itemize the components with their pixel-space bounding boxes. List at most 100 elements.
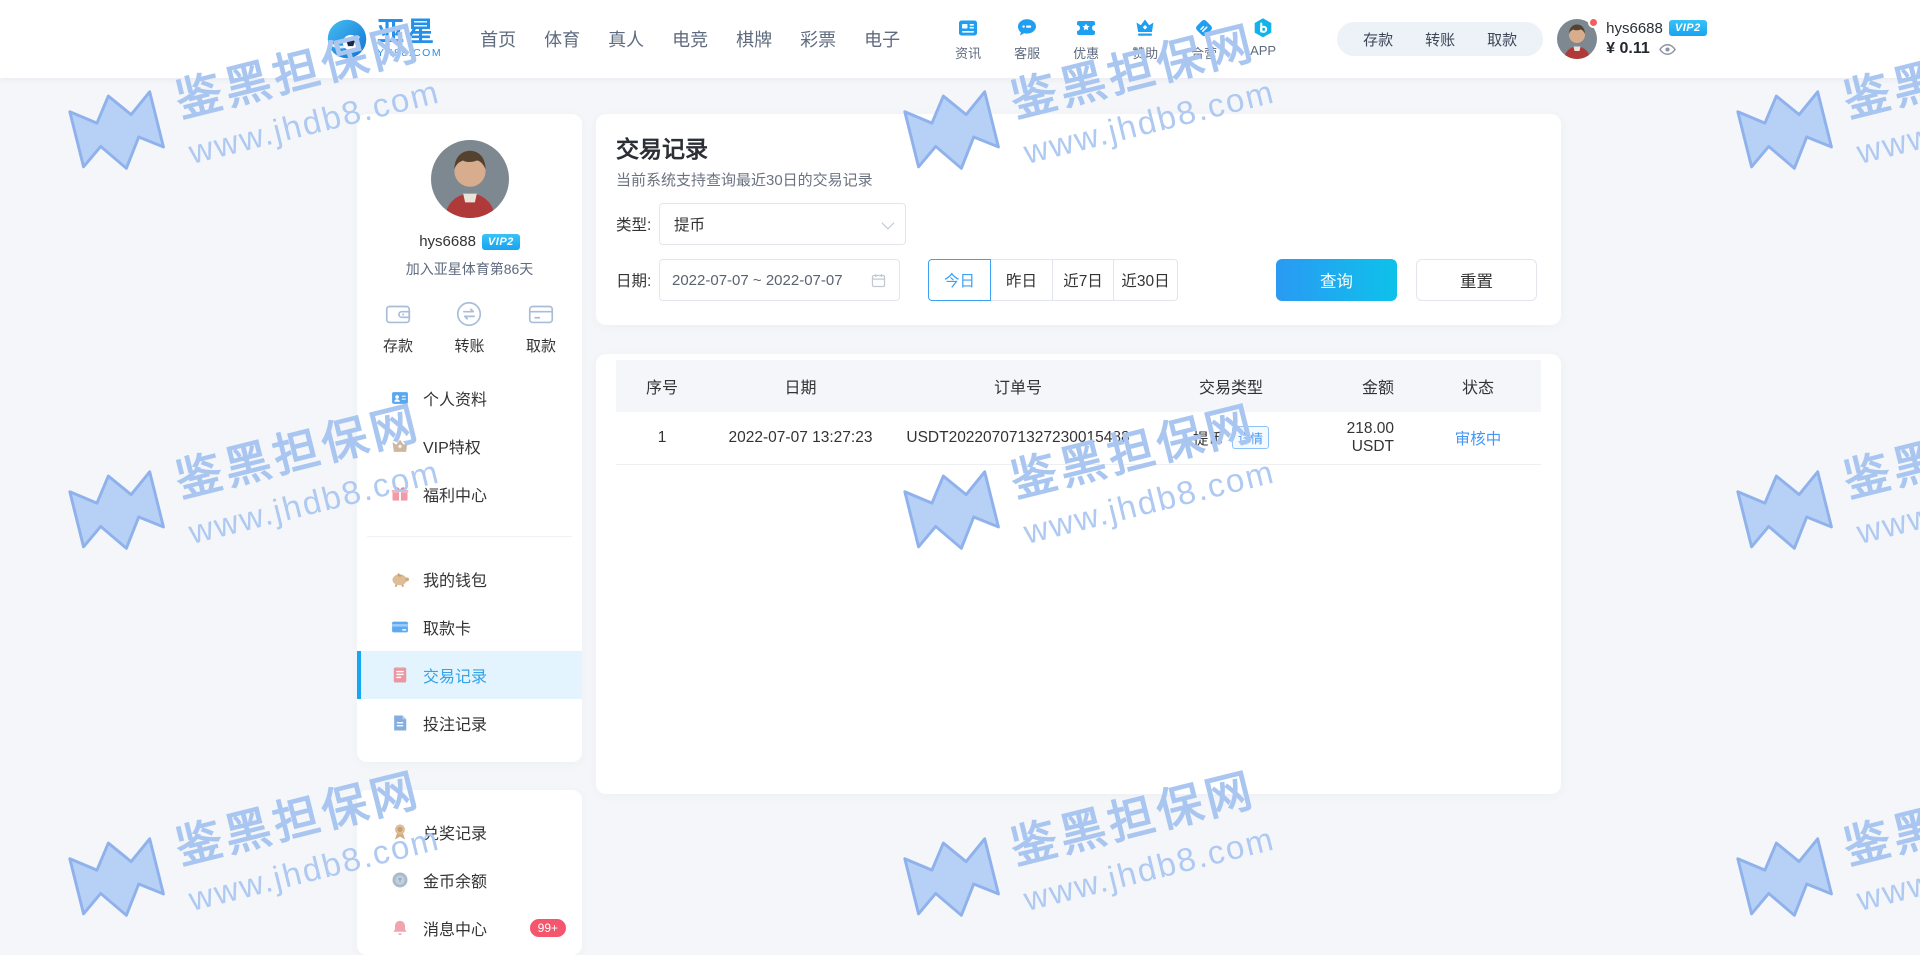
sidebar-item-transaction-records[interactable]: 交易记录 xyxy=(357,651,582,699)
id-card-icon xyxy=(390,388,410,408)
sidebar-profile-card: hys6688 VIP2 加入亚星体育第86天 存款 转账 取款 xyxy=(357,114,582,762)
quick-range-group: 今日 昨日 近7日 近30日 xyxy=(928,259,1178,301)
vip-crown-icon xyxy=(390,436,410,456)
col-status: 状态 xyxy=(1439,360,1541,412)
eye-icon[interactable] xyxy=(1658,40,1677,59)
range-today-button[interactable]: 今日 xyxy=(928,259,991,301)
partner-icon xyxy=(1192,16,1216,40)
jhdb8-logo-icon xyxy=(59,826,176,939)
withdraw-button[interactable]: 取款 xyxy=(1471,29,1533,50)
sidebar-item-bet-records[interactable]: 投注记录 xyxy=(357,699,582,747)
transfer-button[interactable]: 转账 xyxy=(1409,29,1471,50)
bank-card-icon xyxy=(526,299,556,329)
range-7days-button[interactable]: 近7日 xyxy=(1052,259,1114,301)
query-button[interactable]: 查询 xyxy=(1276,259,1397,301)
type-select[interactable]: 提币 xyxy=(659,203,906,245)
jhdb8-logo-icon xyxy=(59,79,176,192)
filter-card: 交易记录 当前系统支持查询最近30日的交易记录 类型: 提币 日期: 2022-… xyxy=(596,114,1561,325)
date-label: 日期: xyxy=(616,269,659,291)
header-item-support[interactable]: 客服 xyxy=(1005,16,1049,62)
sidebar-item-wallet[interactable]: 我的钱包 xyxy=(357,555,582,603)
main-nav: 首页 体育 真人 电竞 棋牌 彩票 电子 xyxy=(480,26,900,52)
nav-item-live[interactable]: 真人 xyxy=(608,26,644,52)
nav-item-sports[interactable]: 体育 xyxy=(544,26,580,52)
header-user[interactable]: hys6688 VIP2 ¥ 0.11 xyxy=(1557,19,1707,59)
header-item-promotions[interactable]: 优惠 xyxy=(1064,16,1108,62)
sidebar-withdraw-button[interactable]: 取款 xyxy=(526,299,556,356)
joined-days: 加入亚星体育第86天 xyxy=(357,259,582,277)
nav-item-chess[interactable]: 棋牌 xyxy=(736,26,772,52)
type-label: 类型: xyxy=(616,213,659,235)
cell-order-no: USDT202207071327230015488 xyxy=(893,412,1143,464)
chevron-down-icon xyxy=(882,216,895,229)
range-30days-button[interactable]: 近30日 xyxy=(1113,259,1178,301)
header-item-sponsor[interactable]: 赞助 xyxy=(1123,16,1167,62)
jhdb8-logo-icon xyxy=(1727,459,1844,572)
crown-icon xyxy=(1133,16,1157,40)
sidebar-item-profile[interactable]: 个人资料 xyxy=(357,374,582,422)
nav-item-lottery[interactable]: 彩票 xyxy=(800,26,836,52)
news-icon xyxy=(956,16,980,40)
sidebar-deposit-button[interactable]: 存款 xyxy=(383,299,413,356)
sidebar-secondary-card: 兑奖记录 金币余额 消息中心 99+ xyxy=(357,790,582,955)
col-date: 日期 xyxy=(708,360,893,412)
piggy-bank-icon xyxy=(390,569,410,589)
username: hys6688 xyxy=(1606,20,1663,37)
customer-service-icon xyxy=(1015,16,1039,40)
sidebar-item-vip[interactable]: VIP特权 xyxy=(357,422,582,470)
header-item-app[interactable]: APP xyxy=(1241,16,1285,62)
status-reviewing: 审核中 xyxy=(1455,431,1502,448)
cell-seq: 1 xyxy=(616,412,708,464)
sidebar-transfer-button[interactable]: 转账 xyxy=(454,299,484,356)
jhdb8-logo-icon xyxy=(59,459,176,572)
sidebar-item-withdraw-card[interactable]: 取款卡 xyxy=(357,603,582,651)
range-yesterday-button[interactable]: 昨日 xyxy=(990,259,1053,301)
wallet-icon xyxy=(383,299,413,329)
sidebar-item-benefits[interactable]: 福利中心 xyxy=(357,470,582,518)
logo-brand: 亚星 xyxy=(377,19,442,46)
bet-doc-icon xyxy=(390,713,410,733)
cell-type: 提币详情 xyxy=(1143,412,1319,464)
deposit-button[interactable]: 存款 xyxy=(1347,29,1409,50)
table-header-row: 序号 日期 订单号 交易类型 金额 状态 xyxy=(616,360,1541,412)
sidebar-item-prize-records[interactable]: 兑奖记录 xyxy=(357,808,582,856)
wallet-pill: 存款 转账 取款 xyxy=(1337,22,1543,56)
calendar-icon xyxy=(870,272,887,289)
logo-domain: YX88.COM xyxy=(377,48,442,59)
date-range-input[interactable]: 2022-07-07 ~ 2022-07-07 xyxy=(659,259,900,301)
header-item-partner[interactable]: 合营 xyxy=(1182,16,1226,62)
medal-icon xyxy=(390,822,410,842)
profile-vip-badge: VIP2 xyxy=(482,234,520,250)
nav-item-esports[interactable]: 电竞 xyxy=(672,26,708,52)
balance: ¥ 0.11 xyxy=(1606,40,1650,58)
app-icon xyxy=(1251,16,1275,40)
cell-amount: 218.00 USDT xyxy=(1319,412,1439,464)
sidebar-quick-actions: 存款 转账 取款 xyxy=(357,299,582,356)
nav-item-home[interactable]: 首页 xyxy=(480,26,516,52)
user-avatar[interactable] xyxy=(1557,19,1597,59)
col-order-no: 订单号 xyxy=(893,360,1143,412)
page-subtitle: 当前系统支持查询最近30日的交易记录 xyxy=(616,169,873,190)
detail-chip-button[interactable]: 详情 xyxy=(1232,426,1269,449)
withdraw-card-icon xyxy=(390,617,410,637)
notification-dot xyxy=(1588,17,1599,28)
transfer-icon xyxy=(454,299,484,329)
message-count-badge: 99+ xyxy=(530,919,566,937)
ticket-icon xyxy=(1074,16,1098,40)
football-logo-icon xyxy=(325,17,369,61)
reset-button[interactable]: 重置 xyxy=(1416,259,1537,301)
sidebar-item-message-center[interactable]: 消息中心 99+ xyxy=(357,904,582,952)
header-item-news[interactable]: 资讯 xyxy=(946,16,990,62)
gift-icon xyxy=(390,484,410,504)
transaction-doc-icon xyxy=(390,665,410,685)
page-title: 交易记录 xyxy=(616,130,708,164)
cell-status: 审核中 xyxy=(1439,412,1541,464)
nav-item-slots[interactable]: 电子 xyxy=(864,26,900,52)
cell-date: 2022-07-07 13:27:23 xyxy=(708,412,893,464)
sidebar-item-coin-balance[interactable]: 金币余额 xyxy=(357,856,582,904)
col-amount: 金额 xyxy=(1319,360,1439,412)
jhdb8-logo-icon xyxy=(894,826,1011,939)
site-logo[interactable]: 亚星 YX88.COM xyxy=(325,17,442,61)
watermark: 鉴黑担保网www.jhdb8.com xyxy=(1725,752,1920,947)
jhdb8-logo-icon xyxy=(1727,79,1844,192)
